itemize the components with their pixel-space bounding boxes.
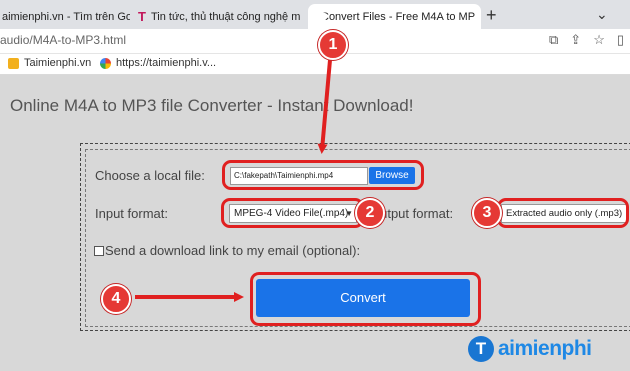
highlight-file-input bbox=[222, 160, 424, 190]
tab-taimienphi[interactable]: T Tin tức, thủ thuật công nghệ m ✕ bbox=[138, 4, 304, 29]
highlight-convert-button bbox=[250, 272, 481, 326]
bookmark-label: Taimienphi.vn bbox=[24, 57, 92, 69]
share-icon[interactable]: ⇪ bbox=[570, 32, 581, 48]
file-label: Choose a local file: bbox=[95, 168, 205, 183]
step-4-badge: 4 bbox=[101, 284, 131, 314]
bookmark-taimienphi-url[interactable]: https://taimienphi.v... bbox=[100, 57, 216, 69]
tab-bar: aimienphi.vn - Tìm trên Google ✕ T Tin t… bbox=[0, 0, 630, 29]
page-title: Online M4A to MP3 file Converter - Insta… bbox=[10, 96, 414, 115]
email-checkbox[interactable] bbox=[94, 246, 104, 256]
star-icon[interactable]: ☆ bbox=[593, 32, 605, 48]
taimienphi-logo: T aimienphi bbox=[468, 336, 592, 362]
tab-convert-files[interactable]: Convert Files - Free M4A to MP ✕ bbox=[308, 4, 481, 29]
tab-label: Convert Files - Free M4A to MP bbox=[321, 10, 476, 23]
translate-icon[interactable]: ⧉ bbox=[549, 32, 558, 48]
email-option-label: Send a download link to my email (option… bbox=[105, 243, 361, 258]
bookmark-icon bbox=[8, 57, 19, 69]
new-tab-button[interactable]: + bbox=[486, 5, 497, 26]
tab-label: aimienphi.vn - Tìm trên Google bbox=[2, 10, 130, 23]
google-icon bbox=[100, 57, 111, 69]
tab-label: Tin tức, thủ thuật công nghệ m bbox=[150, 10, 301, 23]
toolbar-icons: ⧉ ⇪ ☆ ▯ bbox=[549, 32, 624, 48]
bookmark-label: https://taimienphi.v... bbox=[116, 57, 217, 69]
sidepanel-icon[interactable]: ▯ bbox=[617, 32, 624, 48]
highlight-output-format bbox=[497, 198, 629, 228]
step-3-badge: 3 bbox=[472, 198, 502, 228]
step-1-badge: 1 bbox=[318, 30, 348, 60]
taimienphi-icon: T bbox=[138, 9, 146, 24]
bookmark-taimienphi[interactable]: Taimienphi.vn bbox=[8, 57, 91, 69]
chevron-down-icon[interactable]: ⌄ bbox=[596, 6, 608, 23]
address-bar: audio/M4A-to-MP3.html ⧉ ⇪ ☆ ▯ bbox=[0, 29, 630, 54]
taimienphi-icon: T bbox=[468, 336, 494, 362]
input-format-label: Input format: bbox=[95, 206, 168, 221]
highlight-input-format bbox=[221, 198, 364, 228]
logo-text: aimienphi bbox=[498, 337, 592, 360]
tab-google-search[interactable]: aimienphi.vn - Tìm trên Google ✕ bbox=[0, 4, 130, 29]
url-field[interactable]: audio/M4A-to-MP3.html bbox=[0, 33, 126, 47]
bookmarks-bar: Taimienphi.vn https://taimienphi.v... bbox=[0, 54, 630, 75]
step-2-badge: 2 bbox=[355, 198, 385, 228]
